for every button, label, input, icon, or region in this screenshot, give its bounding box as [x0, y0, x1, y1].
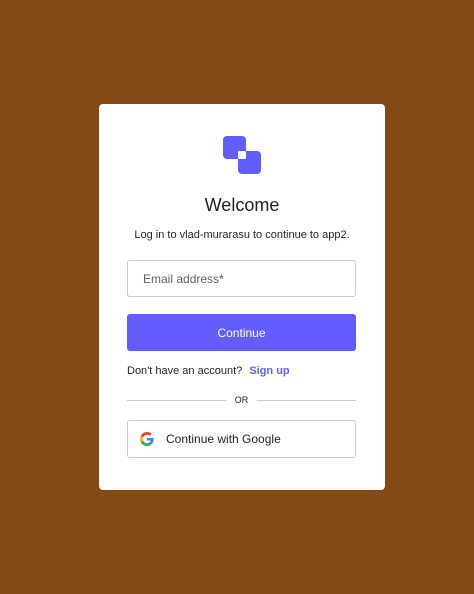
login-card: Welcome Log in to vlad-murarasu to conti… — [99, 104, 385, 490]
sign-up-link[interactable]: Sign up — [249, 365, 289, 377]
signup-prompt: Don't have an account? — [127, 365, 243, 377]
page-title: Welcome — [204, 195, 280, 215]
email-field[interactable] — [127, 260, 356, 297]
divider-line-right — [257, 400, 356, 401]
google-button-label: Continue with Google — [166, 432, 281, 446]
signup-row: Don't have an account? Sign up — [127, 364, 290, 378]
continue-with-google-button[interactable]: Continue with Google — [127, 420, 356, 458]
or-divider: OR — [127, 393, 356, 407]
overlapping-squares-logo-icon — [223, 136, 261, 174]
page-subtitle: Log in to vlad-murarasu to continue to a… — [134, 229, 350, 241]
continue-button[interactable]: Continue — [127, 314, 356, 351]
google-icon — [140, 432, 154, 446]
